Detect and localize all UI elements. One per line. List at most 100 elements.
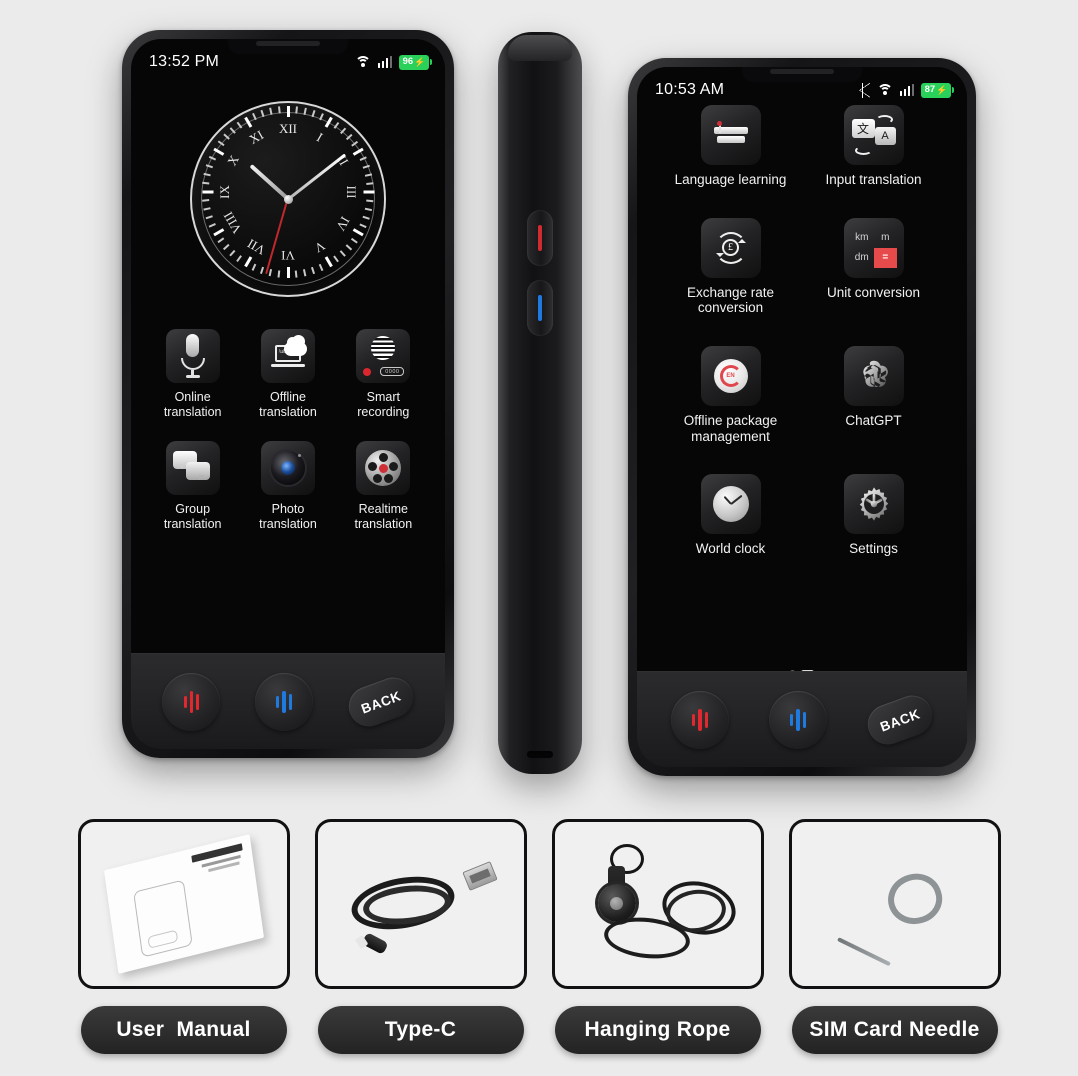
app-label: Smart recording [357,390,410,419]
chat-bubbles-icon [165,441,220,495]
accessory-label: User Manual [116,1018,251,1041]
status-time: 13:52 PM [149,53,220,70]
usb-c-cable [345,852,498,956]
clock-tick [269,107,273,115]
lanyard-image [551,819,764,989]
currency-exchange-icon: £ [700,217,761,278]
app-unit-conversion[interactable]: km m dm = Unit conversion [802,217,945,316]
gear-icon [843,474,904,535]
back-button[interactable]: BACK [862,689,938,750]
status-icons: 96 ⚡ [354,54,432,70]
back-button-label: BACK [358,687,403,716]
laptop-cloud-icon: \u8bd1 [260,329,315,383]
translate-glyph-source: 文 [851,119,875,138]
translate-icon: 文 A [843,105,904,165]
lanyard [578,844,741,964]
app-label: Realtime translation [354,502,413,531]
signal-icon [899,84,914,96]
app-photo-translation[interactable]: Photo translation [240,441,335,531]
unit-cell-m: m [881,231,890,243]
app-world-clock[interactable]: World clock [659,474,802,557]
clock-tick [278,106,281,114]
app-language-learning[interactable]: Language learning [659,105,802,188]
clock-center-hub [283,194,293,204]
phone-side-view [498,32,582,774]
app-settings[interactable]: Settings [802,474,945,557]
phone-front-view: 13:52 PM 96 ⚡ XII I II III IV V VI VII VIII IX X XI [122,30,454,758]
battery-percent: 87 [924,84,936,96]
clock-numeral: III [344,185,359,199]
sim-ejector-pin [830,856,960,966]
blue-waveform-button[interactable] [254,672,313,731]
wifi-icon [876,84,893,96]
app-exchange-rate-conversion[interactable]: £ Exchange rate conversion [659,217,802,316]
back-button-label: BACK [877,705,923,734]
battery-percent: 96 [402,56,414,68]
app-label: Unit conversion [826,284,921,300]
app-smart-recording[interactable]: 0000 Smart recording [336,329,431,419]
accessory-label: Hanging Rope [584,1018,731,1041]
usb-c-port [527,751,553,758]
clock-tick [202,190,213,194]
app-label: Online translation [163,390,222,419]
status-bar-front: 13:52 PM 96 ⚡ [131,39,445,71]
app-label: World clock [695,541,766,557]
app-grid-front: Onlinetranslation \u8bd1 Offlinetranslat… [131,329,445,531]
app-group-translation[interactable]: Group translation [145,441,240,531]
status-bar-menu: 10:53 AM 87 ⚡ [637,67,967,99]
accessory-row: User Manual Type-C Hanging Rope SIM Card… [0,819,1078,1054]
bluetooth-icon [858,82,870,98]
back-button[interactable]: BACK [342,671,419,732]
app-chatgpt[interactable]: ChatGPT [802,345,945,444]
clock-numeral: XII [278,121,298,136]
translate-glyph-target: A [874,127,896,145]
chatgpt-icon [843,345,904,406]
analog-clock-widget: XII I II III IV V VI VII VIII IX X XI [190,101,386,297]
red-translate-side-button[interactable] [527,210,553,266]
sim-ejector-pin-image [788,819,1001,989]
blue-waveform-button[interactable] [769,690,827,749]
manual-booklet-image [77,819,290,989]
red-waveform-button[interactable] [162,672,221,731]
manual-booklet [103,834,264,974]
app-realtime-translation[interactable]: Realtime translation [336,441,431,531]
wifi-icon [354,56,371,68]
accessory-label: Type-C [384,1018,457,1041]
accessory-hanging-rope: Hanging Rope [551,819,764,1054]
usb-c-cable-image [314,819,527,989]
accessory-type-c: Type-C [314,819,527,1054]
app-input-translation[interactable]: 文 A Input translation [802,105,945,188]
app-offline-translation[interactable]: \u8bd1 Offlinetranslation [240,329,335,419]
offline-package-icon: EN [700,345,761,406]
app-label: ChatGPT [845,412,902,428]
app-label: Input translation [825,172,922,187]
app-online-translation[interactable]: Online translation [145,329,240,419]
clock-numeral: IX [217,185,232,199]
bottom-nav-front: BACK [131,653,445,749]
bottom-nav-menu: BACK [637,671,967,767]
film-reel-icon [356,441,411,495]
clock-tick [286,106,290,117]
signal-icon [377,56,392,68]
clock-tick [286,267,290,278]
unit-conversion-icon: km m dm = [843,217,904,278]
accessory-label-pill: User Manual [80,1006,287,1054]
phone-menu-view: 10:53 AM 87 ⚡ Language learning 文 A Inpu… [628,58,976,776]
app-offline-package-management[interactable]: EN Offline package management [659,345,802,444]
recorder-display: 0000 [380,367,405,376]
blue-translate-side-button[interactable] [527,280,553,336]
camera-icon [260,441,315,495]
unit-cell-km: km [855,231,869,243]
app-label: Group translation [163,502,222,531]
app-label: Exchange rate conversion [686,284,775,316]
battery-icon: 87 ⚡ [921,82,954,98]
red-waveform-button[interactable] [671,690,729,749]
battery-icon: 96 ⚡ [399,54,432,70]
accessory-label-pill: Type-C [317,1006,524,1054]
app-label: Photo translation [259,502,317,531]
app-label: Offline translation [259,390,317,419]
battery-charging-icon: ⚡ [414,56,426,67]
app-grid-menu: Language learning 文 A Input translation [637,105,967,557]
app-label: Settings [849,541,898,557]
recorder-icon: 0000 [356,329,411,383]
